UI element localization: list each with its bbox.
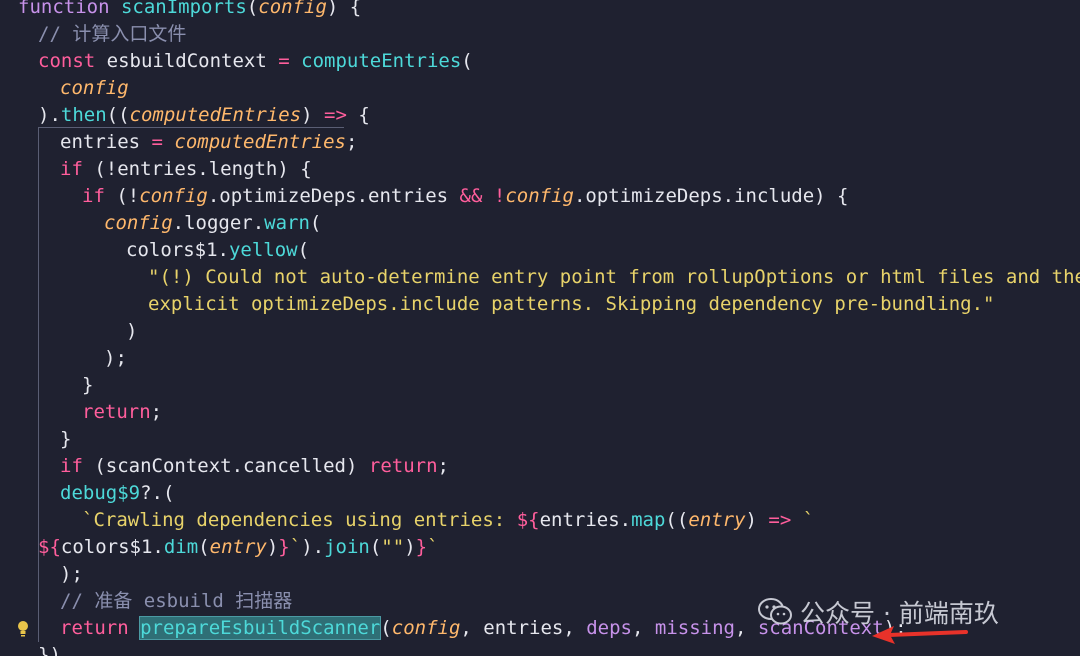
code-editor[interactable]: function scanImports(config) { // 计算入口文件… — [0, 0, 1080, 656]
code-line-17: } — [60, 428, 72, 450]
code-comment-line-2: // 准备 esbuild 扫描器 — [60, 590, 293, 612]
code-line-8: if (!config.optimizeDeps.entries && !con… — [82, 185, 849, 207]
code-line-1: function scanImports(config) { — [18, 0, 362, 18]
highlighted-function-name[interactable]: prepareEsbuildScanner — [139, 616, 382, 640]
code-line-21: ${colors$1.dim(entry)}`).join("")}` — [38, 536, 439, 558]
watermark: 公众号 · 前端南玖 — [758, 592, 999, 632]
code-string-line-2: explicit optimizeDeps.include patterns. … — [148, 293, 995, 315]
code-string-line-1: "(!) Could not auto-determine entry poin… — [148, 266, 1080, 288]
code-line-14: ); — [104, 347, 127, 369]
code-line-18: if (scanContext.cancelled) return; — [60, 455, 449, 477]
code-line-4: config — [60, 77, 129, 99]
code-line-19: debug$9?.( — [60, 482, 175, 504]
code-line-16: return; — [82, 401, 163, 423]
code-comment-line: // 计算入口文件 — [38, 23, 187, 45]
scope-bracket-left — [38, 127, 39, 642]
lightbulb-icon[interactable] — [16, 620, 32, 638]
code-line-22: ); — [60, 563, 83, 585]
code-line-5: ).then((computedEntries) => { — [38, 104, 370, 126]
code-line-13: ) — [126, 320, 138, 342]
wechat-icon — [758, 598, 792, 626]
code-line-6: entries = computedEntries; — [60, 131, 358, 153]
code-line-9: config.logger.warn( — [104, 212, 322, 234]
code-line-10: colors$1.yellow( — [126, 239, 310, 261]
code-line-7: if (!entries.length) { — [60, 158, 312, 180]
code-line-20: `Crawling dependencies using entries: ${… — [82, 509, 815, 531]
code-line-25: }) — [38, 644, 61, 656]
code-line-15: } — [82, 374, 94, 396]
code-line-3: const esbuildContext = computeEntries( — [38, 50, 473, 72]
watermark-text: 公众号 · 前端南玖 — [800, 599, 999, 628]
